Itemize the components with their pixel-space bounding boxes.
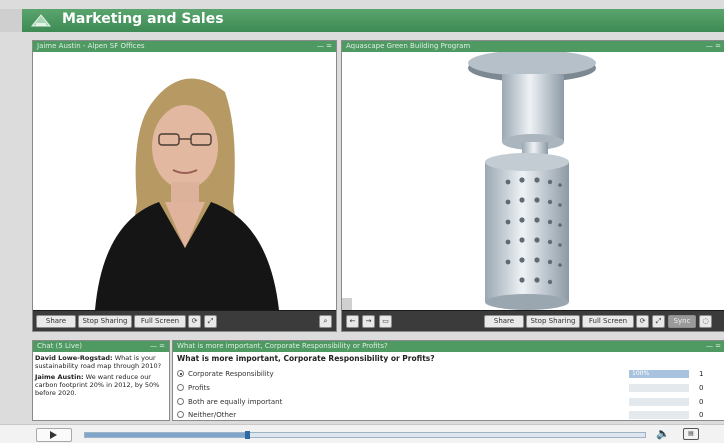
chat-sender: Jaime Austin: — [35, 373, 84, 381]
play-button[interactable] — [36, 428, 72, 442]
poll-vote-count: 0 — [699, 398, 704, 406]
model-pane-toolbar: ← → ▭ Share Stop Sharing Full Screen ⟳ ⤢… — [342, 311, 724, 331]
video-pane-titlebar: Jaime Austin - Alpen SF Offices — = — [33, 41, 336, 52]
play-icon — [50, 431, 57, 439]
full-screen-button[interactable]: Full Screen — [134, 315, 186, 328]
poll-title: What is more important, Corporate Respon… — [177, 342, 388, 350]
poll-vote-count: 0 — [699, 411, 704, 419]
poll-option[interactable]: Both are equally important 0 — [177, 397, 717, 407]
poll-result-percent: 100% — [632, 370, 650, 377]
presenter-video[interactable] — [33, 52, 336, 310]
poll-option-label: Corporate Responsibility — [188, 370, 274, 378]
model-stop-sharing-button[interactable]: Stop Sharing — [526, 315, 580, 328]
poll-vote-count: 1 — [699, 370, 704, 378]
poll-result-bar — [629, 384, 689, 392]
sync-icon[interactable]: ⟳ — [188, 315, 201, 328]
video-pane-toolbar: Share Stop Sharing Full Screen ⟳ ⤢ ⌕ — [33, 311, 336, 331]
zoom-icon[interactable]: ⌕ — [319, 315, 332, 328]
app-title: Marketing and Sales — [62, 11, 224, 27]
poll-vote-count: 0 — [699, 384, 704, 392]
poll-window-controls[interactable]: — = — [706, 341, 721, 352]
rotate-right-icon[interactable]: → — [362, 315, 375, 328]
model-pane-titlebar: Aquascape Green Building Program — = — [342, 41, 724, 52]
poll-radio[interactable] — [177, 411, 184, 418]
chat-title: Chat (5 Live) — [37, 342, 83, 350]
poll-titlebar: What is more important, Corporate Respon… — [173, 341, 724, 352]
seek-handle[interactable] — [245, 431, 251, 439]
app-logo-icon — [30, 14, 52, 27]
model-pane: Aquascape Green Building Program — = ← →… — [341, 40, 724, 332]
chat-message: Jaime Austin: We want reduce our carbon … — [35, 373, 167, 397]
model-sync-icon[interactable]: ⟳ — [636, 315, 649, 328]
media-player-bar: 🔈 ▤ — [0, 424, 724, 443]
chat-window-controls[interactable]: — = — [150, 341, 165, 352]
share-button[interactable]: Share — [36, 315, 76, 328]
poll-result-bar — [629, 398, 689, 406]
options-icon[interactable]: ◌ — [699, 315, 712, 328]
captions-icon[interactable]: ▤ — [683, 428, 699, 440]
viewer-side-handle[interactable] — [342, 298, 352, 310]
header-left-cap — [0, 9, 22, 32]
screen-icon[interactable]: ▭ — [379, 315, 392, 328]
poll-result-bar — [629, 411, 689, 419]
video-pane-window-controls[interactable]: — = — [317, 41, 332, 52]
3d-model-render — [342, 52, 724, 310]
video-pane: Jaime Austin - Alpen SF Offices — = Shar… — [32, 40, 337, 332]
poll-option-label: Both are equally important — [188, 398, 283, 406]
chat-pane: Chat (5 Live) — = David Lowe-Rogstad: Wh… — [32, 340, 170, 421]
sync-button[interactable]: Sync — [668, 315, 696, 328]
video-pane-title: Jaime Austin - Alpen SF Offices — [37, 42, 145, 50]
poll-option-label: Profits — [188, 384, 210, 392]
poll-option[interactable]: Neither/Other 0 — [177, 410, 717, 420]
chat-messages: David Lowe-Rogstad: What is your sustain… — [35, 354, 167, 400]
seek-progress — [85, 433, 248, 437]
model-share-button[interactable]: Share — [484, 315, 524, 328]
poll-radio-selected[interactable] — [177, 370, 184, 377]
poll-option[interactable]: Profits 0 — [177, 383, 717, 393]
chat-titlebar: Chat (5 Live) — = — [33, 341, 169, 352]
poll-radio[interactable] — [177, 384, 184, 391]
poll-question: What is more important, Corporate Respon… — [177, 354, 435, 363]
presenter-video-frame — [33, 52, 336, 310]
model-full-screen-button[interactable]: Full Screen — [582, 315, 634, 328]
poll-option[interactable]: Corporate Responsibility 100% 1 — [177, 369, 717, 379]
expand-icon[interactable]: ⤢ — [204, 315, 217, 328]
poll-radio[interactable] — [177, 398, 184, 405]
poll-result-bar: 100% — [629, 370, 689, 378]
poll-option-label: Neither/Other — [188, 411, 237, 419]
stop-sharing-button[interactable]: Stop Sharing — [78, 315, 132, 328]
model-pane-title: Aquascape Green Building Program — [346, 42, 471, 50]
rotate-left-icon[interactable]: ← — [346, 315, 359, 328]
seek-bar[interactable] — [84, 431, 646, 439]
volume-icon[interactable]: 🔈 — [656, 427, 670, 440]
3d-model-viewer[interactable] — [342, 52, 724, 310]
chat-sender: David Lowe-Rogstad: — [35, 354, 113, 362]
poll-pane: What is more important, Corporate Respon… — [172, 340, 724, 421]
model-pane-window-controls[interactable]: — = — [706, 41, 721, 52]
chat-message: David Lowe-Rogstad: What is your sustain… — [35, 354, 167, 370]
model-expand-icon[interactable]: ⤢ — [652, 315, 665, 328]
app-header: Marketing and Sales — [22, 9, 724, 32]
